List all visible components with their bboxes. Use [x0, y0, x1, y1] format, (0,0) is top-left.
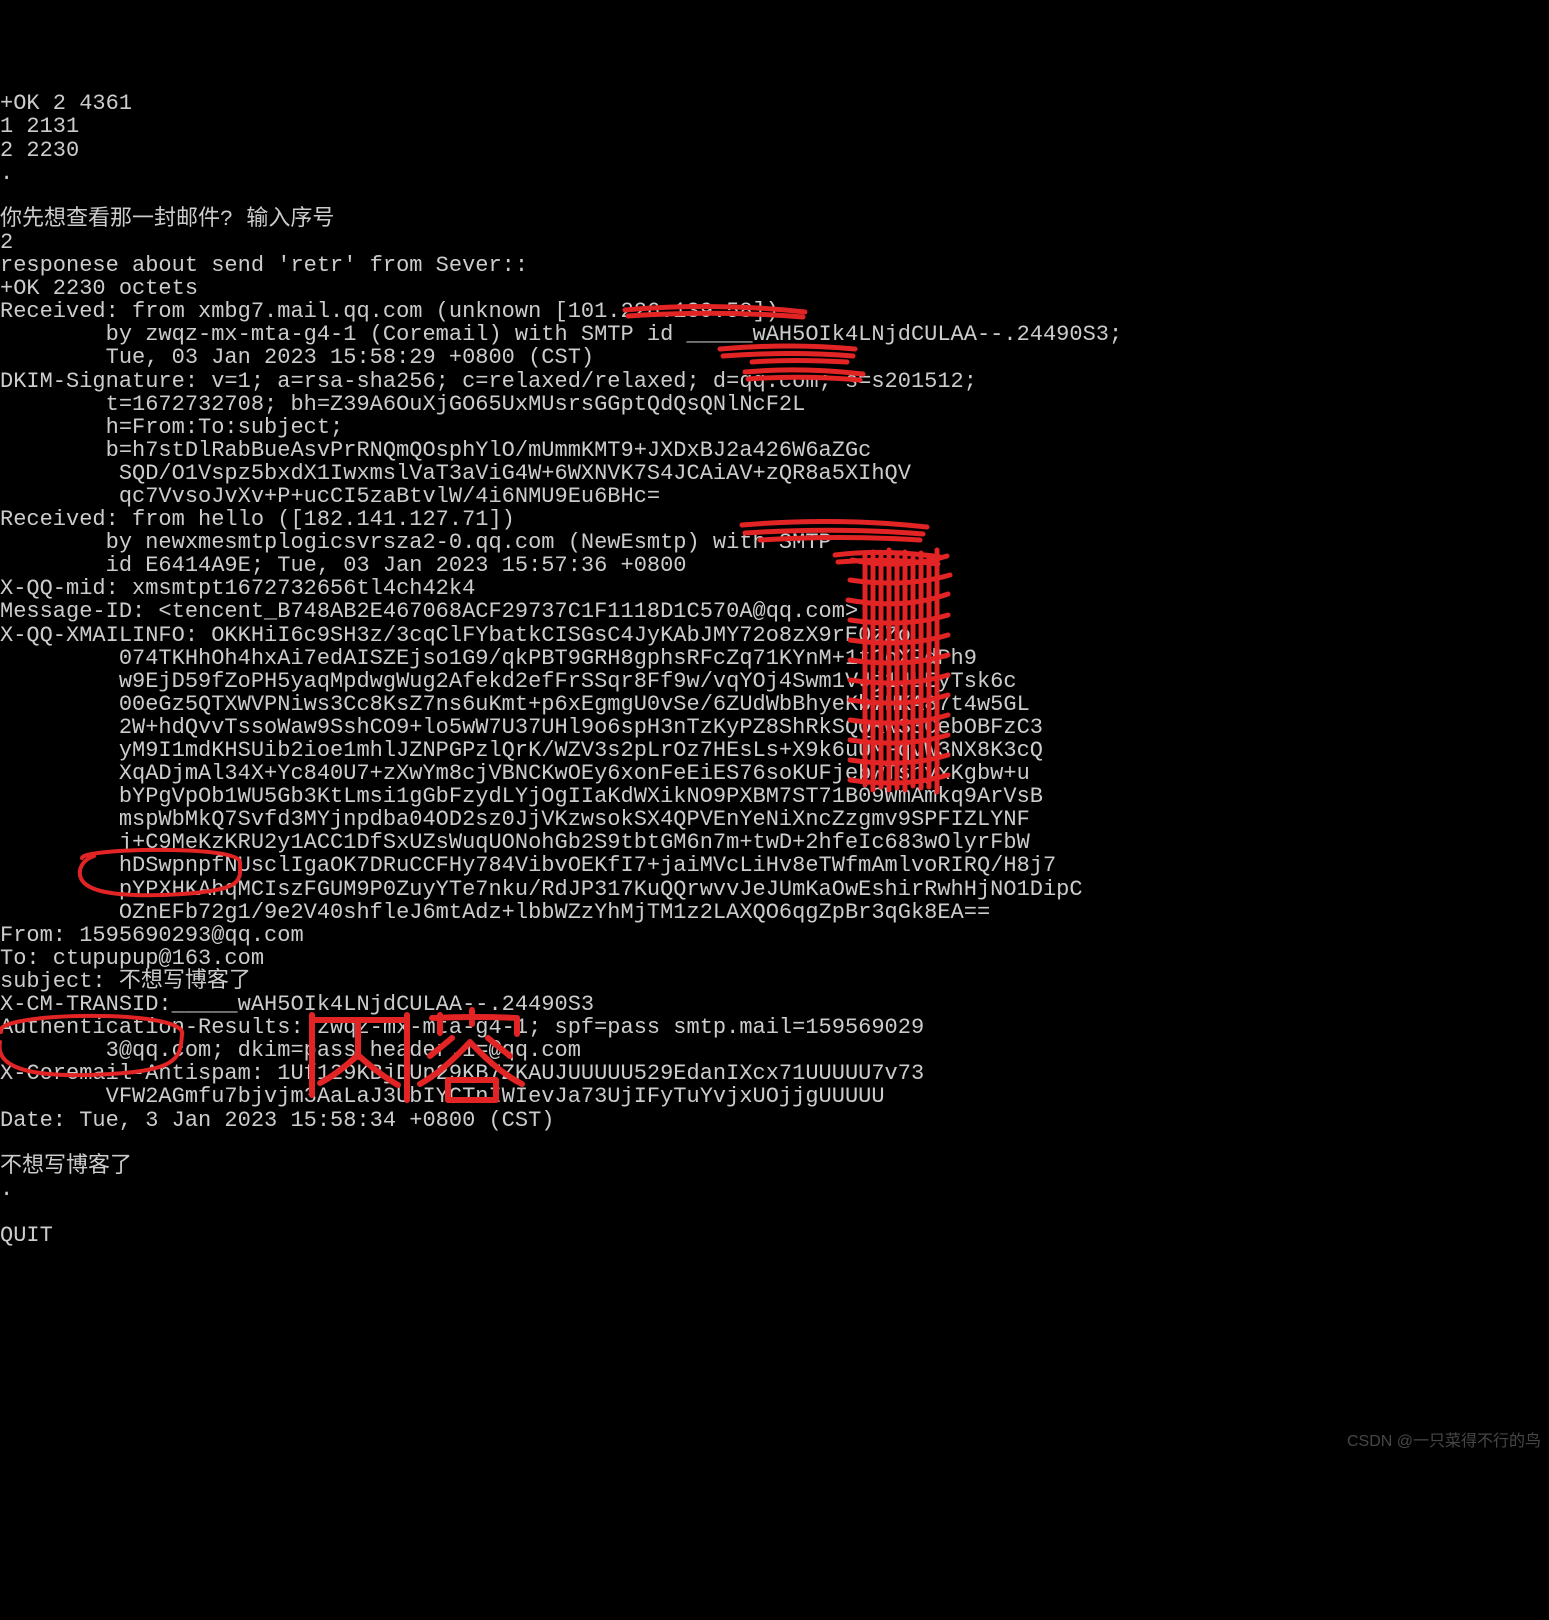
- terminal-output: +OK 2 4361 1 2131 2 2230 . 你先想查看那一封邮件? 输…: [0, 92, 1549, 1247]
- watermark: CSDN @一只菜得不行的鸟: [1347, 1434, 1541, 1451]
